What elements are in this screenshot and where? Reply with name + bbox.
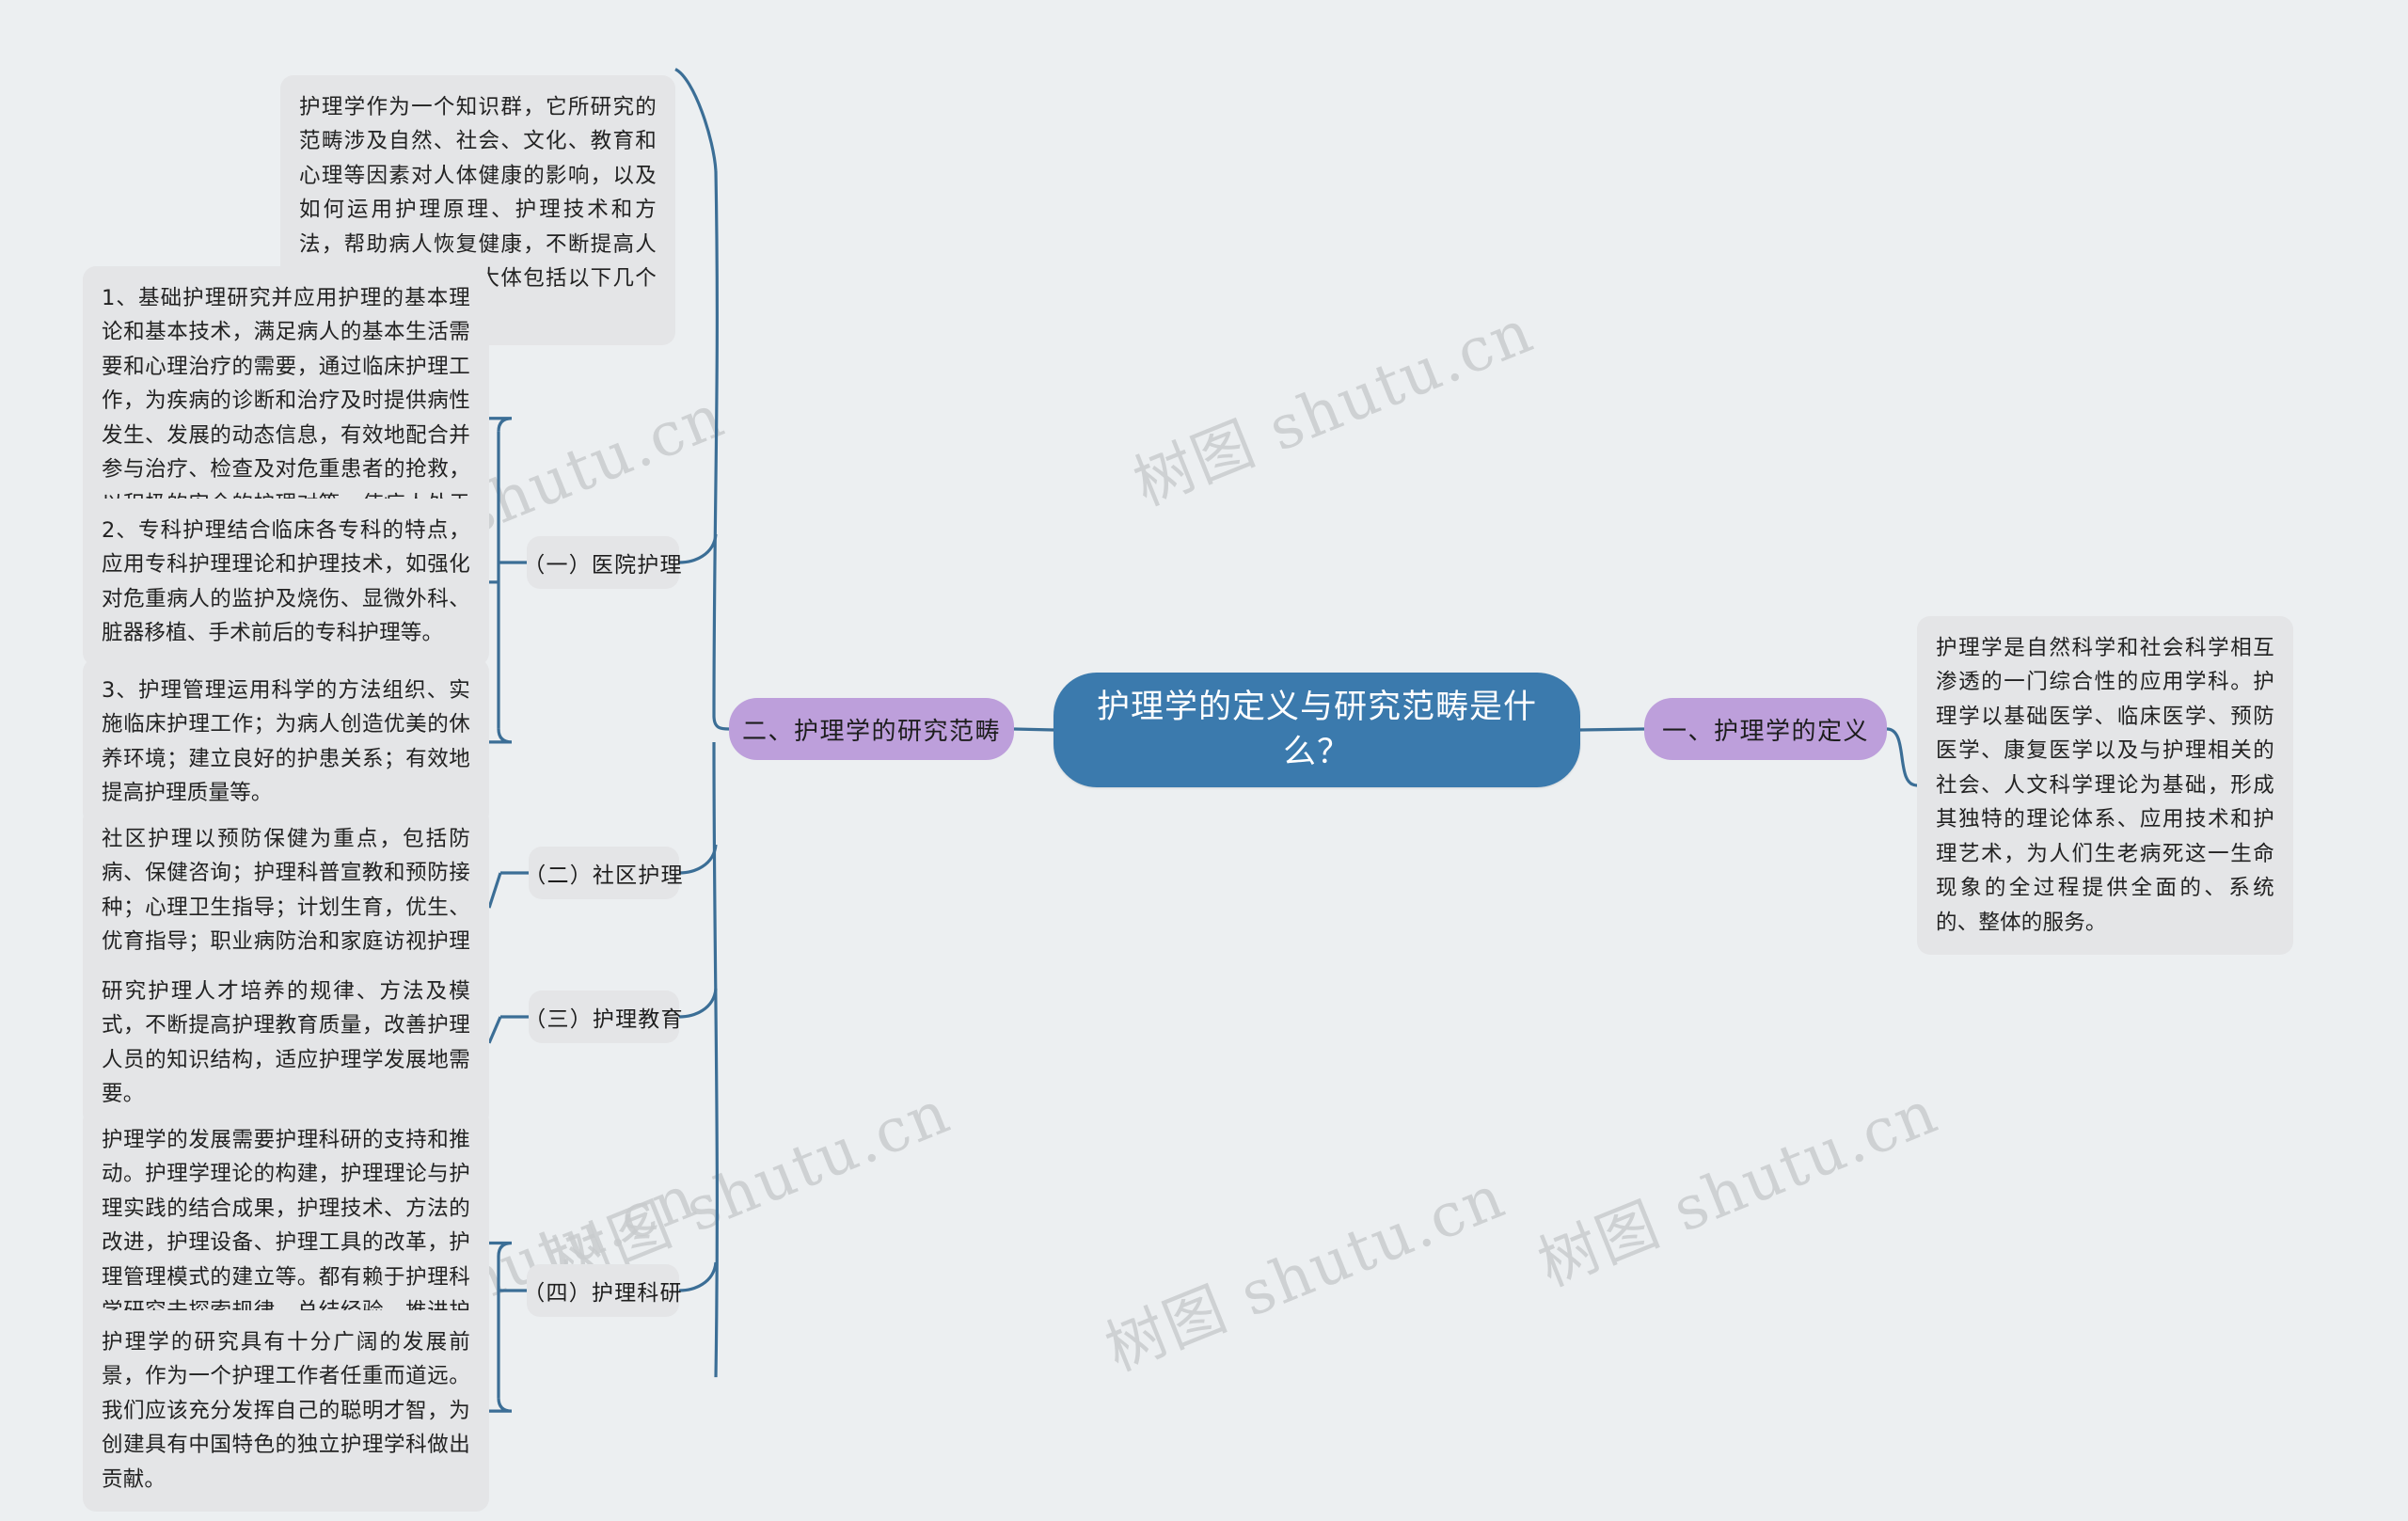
leaf-research-2[interactable]: 护理学的研究具有十分广阔的发展前景，作为一个护理工作者任重而道远。我们应该充分发…: [83, 1310, 489, 1513]
leaf-education-1[interactable]: 研究护理人才培养的规律、方法及模式，不断提高护理教育质量，改善护理人员的知识结构…: [83, 959, 489, 1127]
subtopic-label-education: （三）护理教育: [524, 1007, 684, 1032]
leaf-hospital-3[interactable]: 3、护理管理运用科学的方法组织、实施临床护理工作；为病人创造优美的休养环境；建立…: [83, 658, 489, 826]
subtopic-node-hospital[interactable]: （一）医院护理: [523, 536, 682, 589]
mindmap-canvas: 树图 shutu.cn 树图 shutu.cn 树图 shutu.cn 树图 s…: [0, 0, 2408, 1521]
branch-label-definition: 一、护理学的定义: [1662, 717, 1870, 746]
subtopic-label-hospital: （一）医院护理: [523, 553, 683, 578]
branch-node-scope[interactable]: 二、护理学的研究范畴: [729, 698, 1014, 760]
branch-node-definition[interactable]: 一、护理学的定义: [1644, 698, 1887, 760]
root-label: 护理学的定义与研究范畴是什么？: [1096, 688, 1537, 771]
subtopic-node-research[interactable]: （四）护理科研: [523, 1264, 682, 1317]
leaf-hospital-2[interactable]: 2、专科护理结合临床各专科的特点，应用专科护理理论和护理技术，如强化对危重病人的…: [83, 499, 489, 666]
subtopic-node-education[interactable]: （三）护理教育: [524, 990, 683, 1043]
subtopic-label-research: （四）护理科研: [523, 1281, 683, 1306]
subtopic-node-community[interactable]: （二）社区护理: [524, 847, 683, 899]
leaf-definition-body[interactable]: 护理学是自然科学和社会科学相互渗透的一门综合性的应用学科。护理学以基础医学、临床…: [1917, 616, 2293, 955]
subtopic-label-community: （二）社区护理: [524, 863, 684, 888]
branch-label-scope: 二、护理学的研究范畴: [742, 717, 1002, 746]
root-node[interactable]: 护理学的定义与研究范畴是什么？: [1054, 673, 1580, 787]
